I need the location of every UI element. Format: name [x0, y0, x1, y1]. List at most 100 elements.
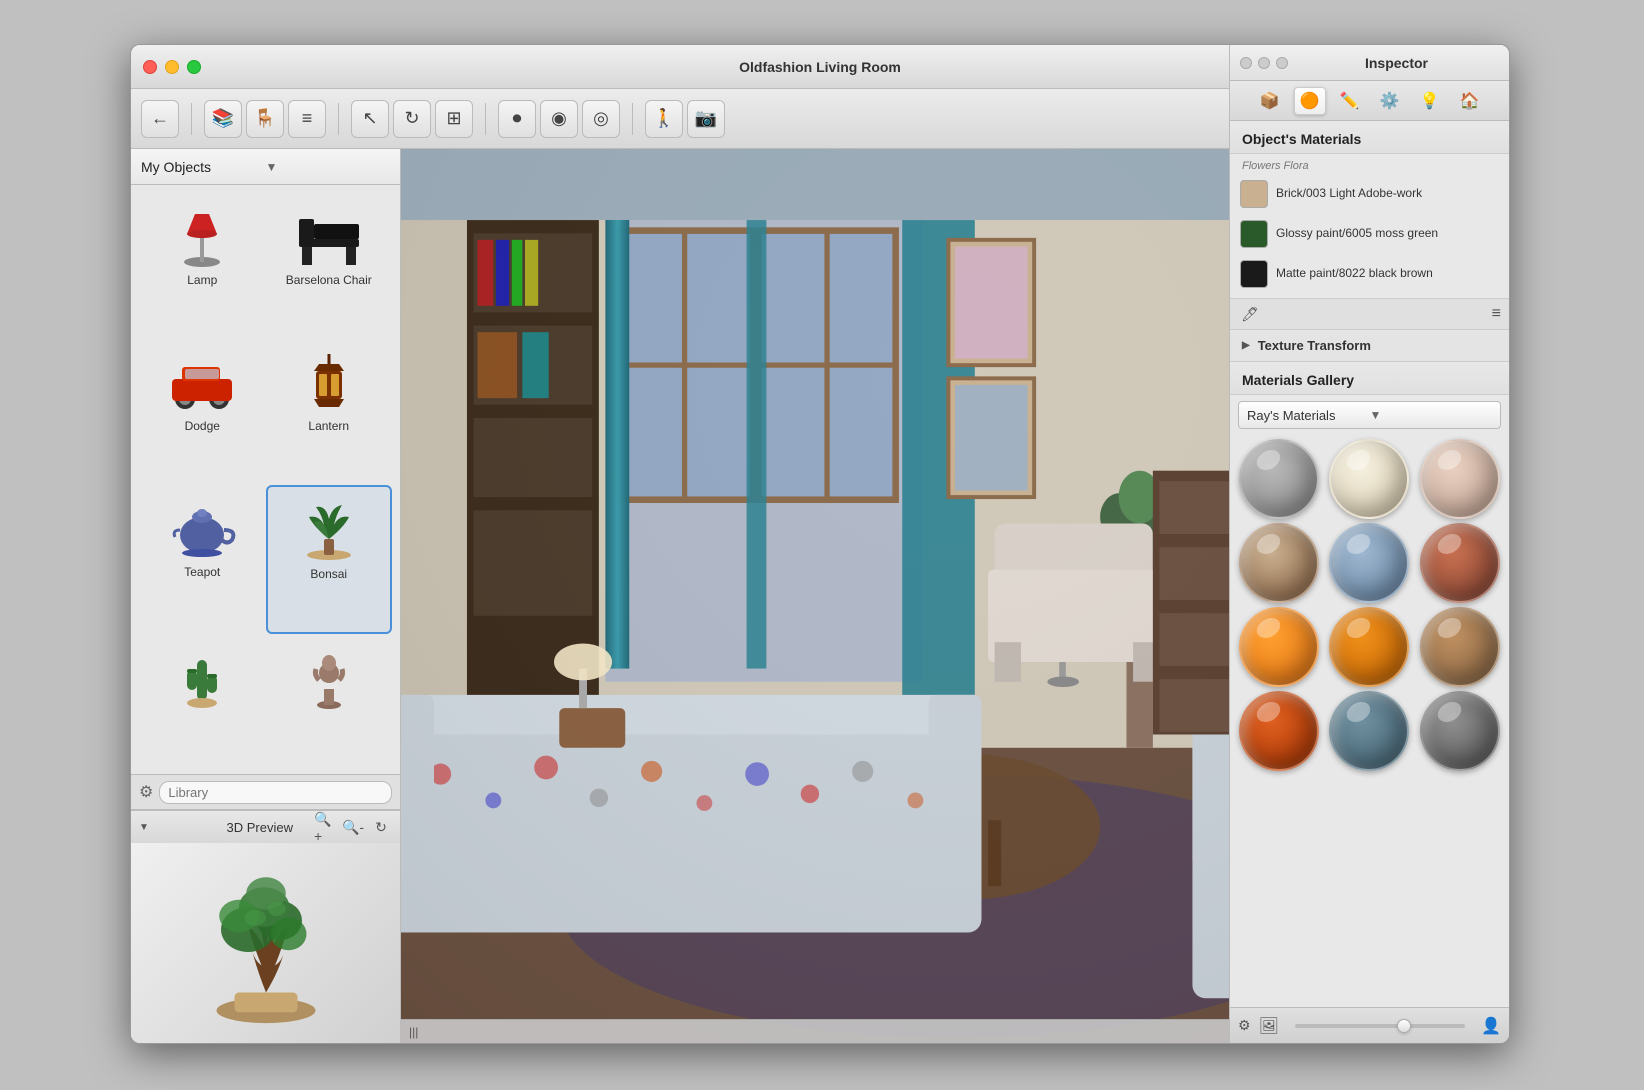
bottom-image-icon[interactable]: 🖼 — [1259, 1016, 1279, 1036]
lantern-label: Lantern — [308, 419, 349, 433]
camera-button[interactable]: 📷 — [687, 100, 725, 138]
bottom-gear-icon[interactable]: ⚙ — [1238, 1017, 1251, 1034]
viewport-indicator: ||| — [409, 1025, 418, 1039]
swatch-teal-fabric[interactable] — [1329, 691, 1409, 771]
material-item-brick[interactable]: Brick/003 Light Adobe-work — [1230, 174, 1509, 214]
swatch-cream-floral[interactable] — [1329, 439, 1409, 519]
expand-arrow-icon: ▶ — [1242, 340, 1250, 351]
swatch-wrapper-5 — [1326, 523, 1412, 603]
preview-controls: 🔍+ 🔍- ↻ — [314, 816, 392, 838]
zoom-out-button[interactable]: 🔍- — [342, 816, 364, 838]
bonsai-label: Bonsai — [310, 567, 347, 581]
bonsai-3d-preview — [176, 853, 356, 1033]
swatch-brown-damask[interactable] — [1239, 523, 1319, 603]
bottom-person-icon[interactable]: 👤 — [1481, 1016, 1501, 1036]
maximize-button[interactable] — [187, 60, 201, 74]
list-button[interactable]: ≡ — [288, 100, 326, 138]
lamp-thumbnail — [162, 201, 242, 271]
swatch-wrapper-9 — [1417, 607, 1503, 687]
swatch-red-floral[interactable] — [1420, 439, 1500, 519]
insp-min-btn[interactable] — [1258, 57, 1270, 69]
chair-label: Barselona Chair — [286, 273, 372, 287]
material-item-green[interactable]: Glossy paint/6005 moss green — [1230, 214, 1509, 254]
back-button[interactable]: ← — [141, 100, 179, 138]
object-item-cactus[interactable] — [139, 634, 266, 766]
insp-max-btn[interactable] — [1276, 57, 1288, 69]
swatch-wrapper-2 — [1326, 439, 1412, 519]
separator4 — [632, 103, 633, 135]
search-input[interactable] — [159, 781, 392, 804]
swatch-orange-bright[interactable] — [1239, 607, 1319, 687]
material-category: Flowers Flora — [1230, 158, 1509, 174]
material-swatch-green — [1240, 220, 1268, 248]
walk-button[interactable]: 🚶 — [645, 100, 683, 138]
materials-menu-button[interactable]: ≡ — [1492, 305, 1501, 323]
minimize-button[interactable] — [165, 60, 179, 74]
texture-transform-section[interactable]: ▶ Texture Transform — [1230, 330, 1509, 362]
dodge-label: Dodge — [185, 419, 220, 433]
tab-material[interactable]: 🟠 — [1294, 87, 1326, 115]
material-swatch-black — [1240, 260, 1268, 288]
preview-header[interactable]: ▼ 3D Preview 🔍+ 🔍- ↻ — [131, 811, 400, 843]
material-swatch-brick — [1240, 180, 1268, 208]
object-button[interactable]: 🪑 — [246, 100, 284, 138]
swatch-orange-dark[interactable] — [1239, 691, 1319, 771]
tab-object[interactable]: 📦 — [1254, 87, 1286, 115]
gallery-dropdown-label: Ray's Materials — [1247, 408, 1370, 423]
refresh-preview-button[interactable]: ↻ — [370, 816, 392, 838]
eyedropper-button[interactable]: 🖊 — [1238, 302, 1262, 326]
tool-group: ↖ ↻ ⊞ — [351, 100, 473, 138]
tab-scene[interactable]: 🏠 — [1454, 87, 1486, 115]
object-item-lamp[interactable]: Lamp — [139, 193, 266, 339]
cursor-tool[interactable]: ↖ — [351, 100, 389, 138]
swatch-gray-floral[interactable] — [1239, 439, 1319, 519]
separator — [191, 103, 192, 135]
transform-tool[interactable]: ⊞ — [435, 100, 473, 138]
view2-button[interactable]: ◎ — [582, 100, 620, 138]
object-item-statue[interactable] — [266, 634, 393, 766]
insp-close-btn[interactable] — [1240, 57, 1252, 69]
preview-section: ▼ 3D Preview 🔍+ 🔍- ↻ — [131, 810, 400, 1043]
object-item-chair[interactable]: Barselona Chair — [266, 193, 393, 339]
gallery-header-text: Materials Gallery — [1242, 372, 1354, 388]
inspector-panel: Inspector 📦 🟠 ✏️ ⚙️ 💡 🏠 Object's Materia… — [1229, 45, 1509, 1043]
inspector-content: Object's Materials Flowers Flora Brick/0… — [1230, 121, 1509, 1007]
swatch-blue-argyle[interactable] — [1329, 523, 1409, 603]
separator3 — [485, 103, 486, 135]
inspector-header: Inspector — [1230, 45, 1509, 81]
close-button[interactable] — [143, 60, 157, 74]
swatch-wrapper-10 — [1236, 691, 1322, 771]
view1-button[interactable]: ◉ — [540, 100, 578, 138]
swatch-rust-texture[interactable] — [1420, 523, 1500, 603]
inspector-bottom-bar: ⚙ 🖼 👤 — [1230, 1007, 1509, 1043]
objects-dropdown[interactable]: My Objects ▼ — [131, 149, 400, 185]
library-button[interactable]: 📚 — [204, 100, 242, 138]
title-bar-controls — [143, 60, 201, 74]
slider-thumb[interactable] — [1397, 1019, 1411, 1033]
statue-thumbnail — [289, 642, 369, 712]
tab-settings[interactable]: ⚙️ — [1374, 87, 1406, 115]
tab-light[interactable]: 💡 — [1414, 87, 1446, 115]
tab-edit[interactable]: ✏️ — [1334, 87, 1366, 115]
swatch-wrapper-4 — [1236, 523, 1322, 603]
swatches-grid — [1230, 435, 1509, 775]
dodge-thumbnail — [162, 347, 242, 417]
left-panel: My Objects ▼ Lamp — [131, 149, 401, 1043]
swatch-gray-dark[interactable] — [1420, 691, 1500, 771]
swatch-wrapper-6 — [1417, 523, 1503, 603]
object-item-teapot[interactable]: Teapot — [139, 485, 266, 635]
object-item-bonsai[interactable]: Bonsai — [266, 485, 393, 635]
cactus-thumbnail — [162, 642, 242, 712]
zoom-in-button[interactable]: 🔍+ — [314, 816, 336, 838]
opacity-slider[interactable] — [1295, 1024, 1465, 1028]
settings-icon[interactable]: ⚙ — [139, 782, 153, 802]
material-item-black[interactable]: Matte paint/8022 black brown — [1230, 254, 1509, 294]
refresh-tool[interactable]: ↻ — [393, 100, 431, 138]
swatch-brown-wood[interactable] — [1420, 607, 1500, 687]
object-item-lantern[interactable]: Lantern — [266, 339, 393, 485]
object-item-dodge[interactable]: Dodge — [139, 339, 266, 485]
swatch-wrapper-8 — [1326, 607, 1412, 687]
gallery-dropdown[interactable]: Ray's Materials ▼ — [1238, 401, 1501, 429]
swatch-orange-mid[interactable] — [1329, 607, 1409, 687]
record-button[interactable]: ⏺ — [498, 100, 536, 138]
